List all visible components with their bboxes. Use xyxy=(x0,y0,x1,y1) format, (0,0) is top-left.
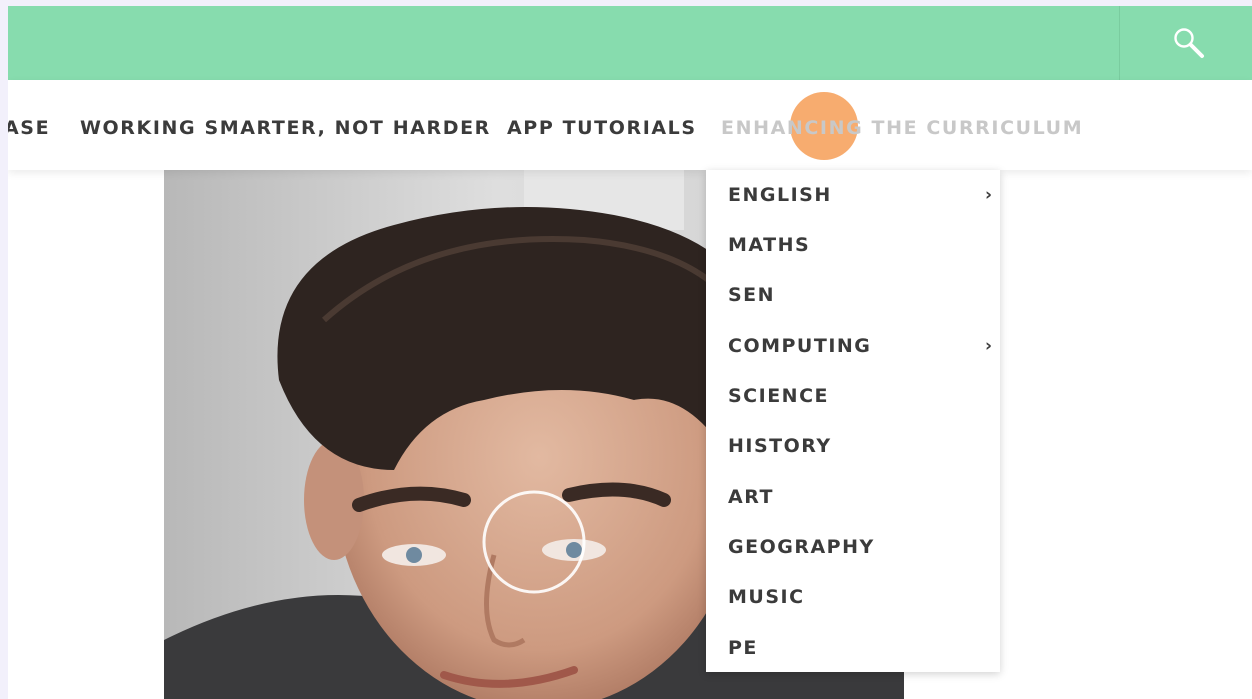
dropdown-item-label: HISTORY xyxy=(728,435,832,457)
dropdown-item-label: SEN xyxy=(728,284,776,306)
dropdown-item-label: PE xyxy=(728,637,758,659)
nav-item-working-smarter[interactable]: WORKING SMARTER, NOT HARDER xyxy=(80,117,491,139)
main-navigation: ASE WORKING SMARTER, NOT HARDER APP TUTO… xyxy=(8,80,1252,170)
dropdown-item-label: GEOGRAPHY xyxy=(728,536,875,558)
chevron-right-icon: › xyxy=(984,336,992,356)
dropdown-item-label: SCIENCE xyxy=(728,385,830,407)
nav-item-app-tutorials[interactable]: APP TUTORIALS xyxy=(507,117,697,139)
dropdown-item-label: MATHS xyxy=(728,234,811,256)
page-frame: ASE WORKING SMARTER, NOT HARDER APP TUTO… xyxy=(8,6,1252,699)
dropdown-item-label: COMPUTING xyxy=(728,335,872,357)
search-button[interactable] xyxy=(1119,6,1252,80)
chevron-right-icon: › xyxy=(984,185,992,205)
curriculum-dropdown-menu: ENGLISH › MATHS SEN COMPUTING › SCIENCE … xyxy=(706,170,1000,672)
dropdown-item-label: ENGLISH xyxy=(728,184,832,206)
search-icon xyxy=(1174,28,1204,58)
nav-item-truncated[interactable]: ASE xyxy=(8,117,50,139)
dropdown-item-label: ART xyxy=(728,486,774,508)
dropdown-item-label: MUSIC xyxy=(728,586,805,608)
top-header-bar xyxy=(8,6,1252,80)
nav-item-enhancing-curriculum[interactable]: ENHANCING THE CURRICULUM xyxy=(721,117,1083,139)
